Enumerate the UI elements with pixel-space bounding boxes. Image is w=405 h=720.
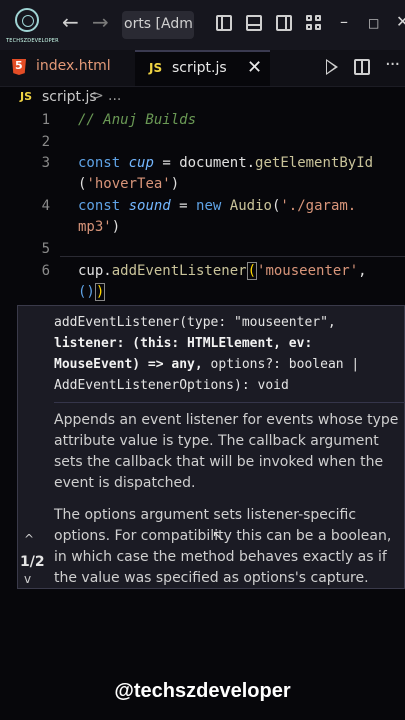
keyword: new: [196, 198, 222, 214]
brain-icon: [15, 8, 39, 32]
line-number: 1: [41, 112, 50, 128]
close-tab-icon[interactable]: ✕: [247, 57, 262, 78]
variable: cup: [128, 155, 154, 171]
line-number: 5: [41, 241, 50, 257]
command-center[interactable]: orts [Admini: [122, 11, 194, 39]
signature-active-param: listener: (this: HTMLElement, ev:: [54, 336, 313, 351]
object: document.: [179, 155, 256, 171]
code-line-4-wrap: mp3'): [78, 219, 120, 235]
code-line-4: const sound = new Audio('./garam.: [78, 198, 356, 214]
tab-index-html[interactable]: index.html: [0, 50, 135, 86]
editor-tab-bar: index.html JS script.js ✕ ···: [0, 50, 405, 87]
paren: (): [78, 284, 95, 300]
close-window-icon[interactable]: ✕: [396, 12, 405, 31]
matching-bracket: ): [94, 283, 106, 301]
code-line-6: cup.addEventListener('mouseenter',: [78, 262, 367, 280]
variable: sound: [128, 198, 171, 214]
code-line-3: const cup = document.getElementById: [78, 155, 373, 171]
js-icon: JS: [20, 90, 33, 103]
function-name: addEventListener: [111, 263, 247, 279]
more-actions-icon[interactable]: ···: [385, 54, 400, 75]
paren: (: [246, 262, 258, 280]
chevron-up-icon[interactable]: ^: [24, 532, 34, 546]
toggle-secondary-sidebar-icon[interactable]: [276, 15, 292, 31]
tab-script-js[interactable]: JS script.js ✕: [135, 50, 270, 86]
breadcrumb-separator-icon: >: [92, 88, 104, 104]
mouse-cursor-icon: ↖: [212, 528, 224, 544]
code-editor[interactable]: 1 2 3 4 5 6 // Anuj Builds const cup = d…: [0, 110, 405, 306]
string: mp3': [78, 219, 112, 235]
split-editor-icon[interactable]: [354, 59, 370, 75]
code-line-comment: // Anuj Builds: [78, 112, 197, 128]
line-number: 3: [41, 155, 50, 171]
parameter-hint-popup: addEventListener(type: "mouseenter", lis…: [17, 305, 405, 589]
forward-arrow-icon[interactable]: →: [92, 10, 109, 34]
breadcrumb: JS script.js > ...: [0, 86, 405, 110]
command-center-text: orts [Admini: [124, 16, 194, 32]
customize-layout-icon[interactable]: [306, 15, 322, 31]
class-name: Audio: [229, 198, 272, 214]
string: 'hoverTea': [86, 176, 171, 192]
tab-label: script.js: [172, 60, 227, 76]
back-arrow-icon[interactable]: ←: [62, 10, 79, 34]
string: 'mouseenter': [257, 263, 359, 279]
minimize-icon[interactable]: –: [340, 12, 348, 31]
doc-paragraph: Appends an event listener for events who…: [54, 412, 399, 491]
brand-logo: TECHSZDEVELOPER: [6, 6, 59, 48]
breadcrumb-file[interactable]: script.js: [42, 89, 97, 105]
function-name: getElementById: [255, 155, 374, 171]
paren: ): [170, 176, 180, 192]
line-number: 4: [41, 198, 50, 214]
keyword: const: [78, 198, 121, 214]
toggle-panel-icon[interactable]: [246, 15, 262, 31]
signature-line: options?: boolean |: [202, 357, 360, 372]
doc-paragraph: The options argument sets listener-speci…: [54, 507, 392, 586]
popup-divider: [54, 402, 405, 403]
signature-line: addEventListener(type: "mouseenter",: [54, 315, 336, 330]
signature: addEventListener(type: "mouseenter", lis…: [54, 312, 404, 396]
html5-icon: [12, 59, 26, 75]
line-number: 2: [41, 134, 50, 150]
operator: =: [170, 198, 197, 214]
logo-text: TECHSZDEVELOPER: [6, 38, 59, 44]
operator: =: [153, 155, 180, 171]
watermark: @techszdeveloper: [114, 680, 291, 702]
tab-label: index.html: [36, 58, 111, 74]
comma: ,: [358, 263, 367, 279]
signature-line: AddEventListenerOptions): void: [54, 378, 289, 393]
line-number: 6: [41, 263, 50, 279]
object: cup.: [78, 263, 112, 279]
signature-active-param: MouseEvent) => any,: [54, 357, 203, 372]
maximize-icon[interactable]: □: [368, 16, 379, 30]
code-line-3-wrap: ('hoverTea'): [78, 176, 179, 192]
code-line-6-wrap: ()): [78, 283, 106, 301]
breadcrumb-more[interactable]: ...: [108, 88, 121, 104]
string: './garam.: [280, 198, 357, 214]
paren: ): [111, 219, 121, 235]
overload-counter: 1/2: [20, 554, 45, 570]
toggle-primary-sidebar-icon[interactable]: [216, 15, 232, 31]
keyword: const: [78, 155, 121, 171]
chevron-down-icon[interactable]: v: [24, 572, 31, 586]
title-bar: TECHSZDEVELOPER ← → orts [Admini – □ ✕: [0, 0, 405, 50]
js-icon: JS: [149, 61, 163, 75]
run-icon[interactable]: [326, 59, 338, 75]
